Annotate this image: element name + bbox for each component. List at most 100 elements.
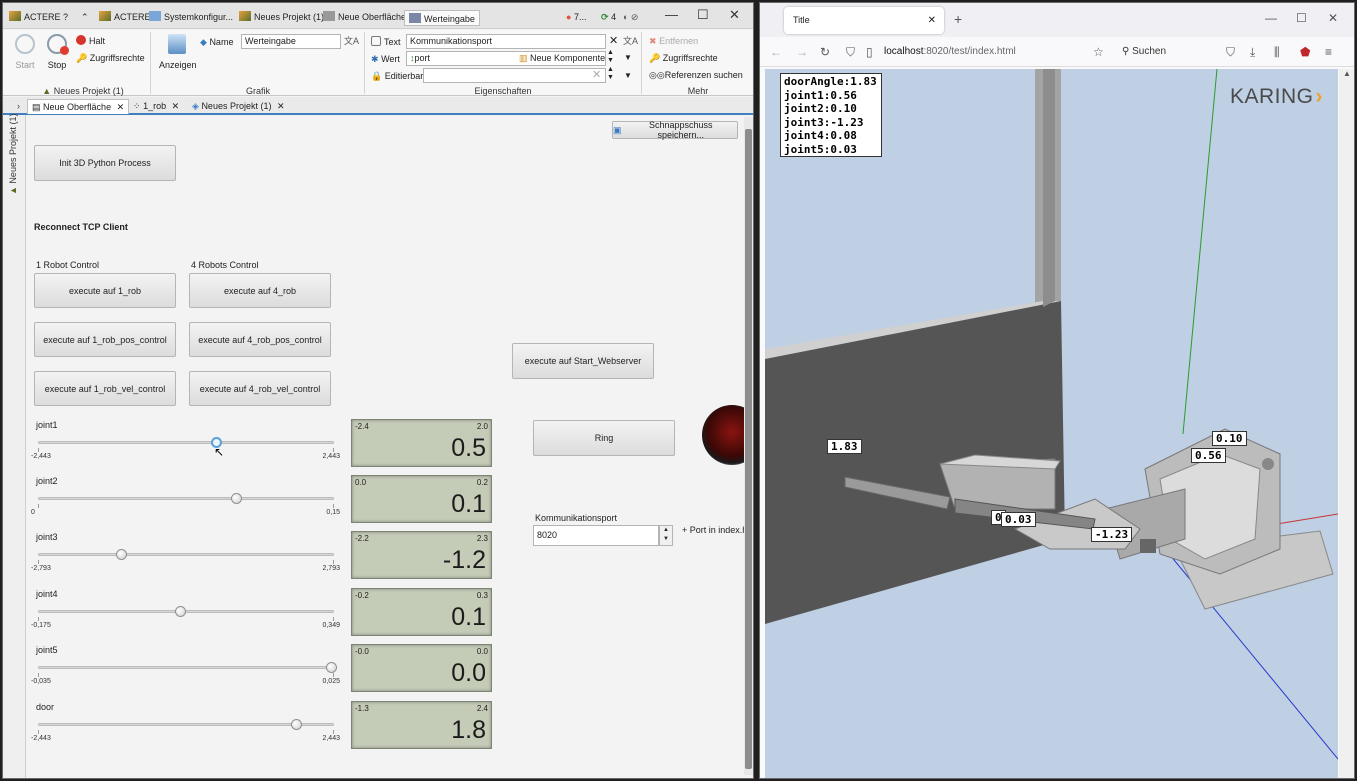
translate-icon[interactable]: 文A [344, 35, 359, 47]
referenzen-button[interactable]: ◎◎Referenzen suchen [649, 69, 743, 81]
halt-button[interactable]: Halt [76, 35, 105, 47]
shield-icon[interactable]: ⛉ [846, 45, 855, 60]
wert-spinner[interactable]: ▲ ▼ [607, 49, 614, 65]
stop-button[interactable]: Stop [43, 34, 71, 70]
translate-text-icon[interactable]: 文A [623, 35, 638, 47]
title-tab-actere[interactable]: ACTERE [99, 9, 151, 25]
port-spinner[interactable]: ▲ ▼ [659, 525, 673, 546]
minimize-icon[interactable]: — [665, 7, 678, 22]
label-door: 1.83 [827, 439, 862, 454]
lcd-max: 2.3 [476, 534, 488, 543]
init-python-button[interactable]: Init 3D Python Process [34, 145, 176, 181]
download-icon[interactable]: ⤓ [1250, 45, 1255, 60]
slider-thumb-joint2[interactable] [231, 493, 243, 504]
slider-min-joint3: -2,793 [31, 565, 51, 572]
chevron-right-icon[interactable]: › [13, 99, 24, 114]
bookmark-star-icon[interactable]: ☆ [1093, 45, 1104, 59]
clear-text-icon[interactable]: ✕ [609, 35, 618, 47]
scrollbar-thumb[interactable] [745, 129, 752, 769]
editierbar-label-text: Editierbar [384, 71, 424, 81]
maximize-icon[interactable]: ☐ [1296, 11, 1307, 25]
doc-tab-1-rob[interactable]: ⁘ 1_rob ✕ [129, 99, 183, 114]
scroll-up-icon[interactable]: ▲ [1343, 69, 1351, 78]
error-count-badge[interactable]: ● 7... [566, 9, 586, 25]
doc-tab-neue-oberflaeche[interactable]: ▤ Neue Oberfläche ✕ [27, 99, 130, 114]
title-tab-systemkonfig[interactable]: Systemkonfigur... [149, 9, 233, 25]
slider-thumb-joint5[interactable] [326, 662, 338, 673]
group-grafik-label: Grafik [245, 86, 270, 96]
close-icon[interactable]: ✕ [1328, 11, 1338, 25]
close-tab-icon[interactable]: ✕ [928, 7, 936, 34]
ublock-icon[interactable]: ⬟ [1300, 45, 1310, 59]
new-component-option[interactable]: ▥ Neue Komponente [519, 52, 605, 65]
start-label: Start [15, 60, 35, 70]
zugriffsrechte-right-button[interactable]: 🔑 Zugriffsrechte [649, 52, 718, 64]
zugriffsrechte-left-button[interactable]: 🔑 Zugriffsrechte [76, 52, 145, 64]
snapshot-button[interactable]: ▣ Schnappschuss speichern... [612, 120, 738, 140]
title-tab-werteingabe[interactable]: Werteingabe [404, 10, 480, 26]
editierbar-spinner[interactable]: ▲ ▼ [607, 66, 614, 82]
label-joint2: 0.10 [1212, 431, 1247, 446]
entfernen-button[interactable]: ✖ Entfernen [649, 35, 698, 47]
slider-track-joint3[interactable] [38, 553, 334, 556]
robot-scene[interactable] [765, 69, 1338, 779]
search-box[interactable]: ⚲ Suchen [1122, 46, 1166, 57]
slider-track-joint2[interactable] [38, 497, 334, 500]
execute-1-rob-button[interactable]: execute auf 1_rob [34, 273, 176, 308]
slider-thumb-joint4[interactable] [175, 606, 187, 617]
ring-button[interactable]: Ring [533, 420, 675, 456]
editierbar-input[interactable] [423, 68, 606, 83]
canvas-scrollbar[interactable] [744, 117, 753, 775]
title-tab-oberflaeche[interactable]: Neue Oberfläche [323, 9, 406, 25]
text-input[interactable]: Kommunikationsport [406, 34, 606, 49]
slider-thumb-joint3[interactable] [115, 549, 127, 560]
port-input[interactable]: 8020 [533, 525, 659, 546]
start-button[interactable]: Start [12, 34, 38, 70]
clear-editierbar-icon[interactable]: ✕ [592, 69, 601, 81]
anzeigen-button[interactable]: Anzeigen [159, 34, 197, 70]
execute-4-rob-vel-button[interactable]: execute auf 4_rob_vel_control [189, 371, 331, 406]
name-input[interactable]: Werteingabe [241, 34, 341, 49]
execute-4-rob-pos-button[interactable]: execute auf 4_rob_pos_control [189, 322, 331, 357]
reload-icon[interactable]: ↻ [820, 45, 830, 59]
actere-menu-tab[interactable]: ACTERE ? [9, 9, 68, 25]
execute-1-rob-pos-button[interactable]: execute auf 1_rob_pos_control [34, 322, 176, 357]
execute-1-rob-vel-button[interactable]: execute auf 1_rob_vel_control [34, 371, 176, 406]
slider-track-joint5[interactable] [38, 666, 334, 669]
library-icon[interactable]: ⫼ [1274, 45, 1280, 60]
slider-thumb-door[interactable] [290, 719, 302, 730]
label-joint3: -1.23 [1091, 527, 1133, 542]
editierbar-dropdown-icon[interactable]: ▼ [624, 70, 632, 82]
wert-dropdown-icon[interactable]: ▼ [624, 52, 632, 64]
theme-icon[interactable]: ◐ ⊘ [623, 9, 638, 25]
webgl-viewport[interactable]: doorAngle:1.83 joint1:0.56 joint2:0.10 join… [765, 69, 1338, 779]
reconnect-tcp-label[interactable]: Reconnect TCP Client [34, 222, 128, 232]
pocket-icon[interactable]: ⛉ [1226, 45, 1235, 60]
doc-tab-neues-projekt[interactable]: ◈ Neues Projekt (1) ✕ [188, 99, 289, 114]
forward-icon[interactable]: → [796, 45, 808, 59]
new-tab-icon[interactable]: + [954, 11, 962, 27]
group-project-label: ▲ Neues Projekt (1) [33, 86, 133, 96]
title-tab-projekt[interactable]: Neues Projekt (1) [239, 9, 324, 25]
menu-icon[interactable]: ≡ [1325, 45, 1332, 59]
maximize-icon[interactable]: ☐ [697, 7, 709, 23]
browser-tab[interactable]: Title ✕ [784, 7, 944, 34]
close-tab-icon[interactable]: ✕ [117, 102, 125, 112]
sidebar-project-label[interactable]: ▲ Neues Projekt (1) [8, 114, 18, 195]
minimize-icon[interactable]: — [1265, 11, 1277, 25]
chevron-up-icon[interactable]: ⌃ [81, 9, 89, 25]
project-icon [239, 11, 251, 21]
url-bar[interactable]: localhost:8020/test/index.html [884, 46, 1016, 57]
refresh-count-badge[interactable]: ⟳ 4 [601, 9, 616, 25]
wert-input[interactable]: ↕port ▥ Neue Komponente [406, 51, 606, 66]
close-tab-icon[interactable]: ✕ [172, 101, 180, 111]
back-icon[interactable]: ← [770, 45, 782, 59]
project-sidebar[interactable]: ▲ Neues Projekt (1) [3, 114, 26, 778]
slider-track-door[interactable] [38, 723, 334, 726]
close-icon[interactable]: ✕ [729, 7, 740, 23]
close-tab-icon[interactable]: ✕ [277, 101, 285, 111]
execute-webserver-button[interactable]: execute auf Start_Webserver [512, 343, 654, 379]
slider-track-joint1[interactable] [38, 441, 334, 444]
browser-scrollbar[interactable]: ▲ [1339, 69, 1354, 778]
execute-4-rob-button[interactable]: execute auf 4_rob [189, 273, 331, 308]
